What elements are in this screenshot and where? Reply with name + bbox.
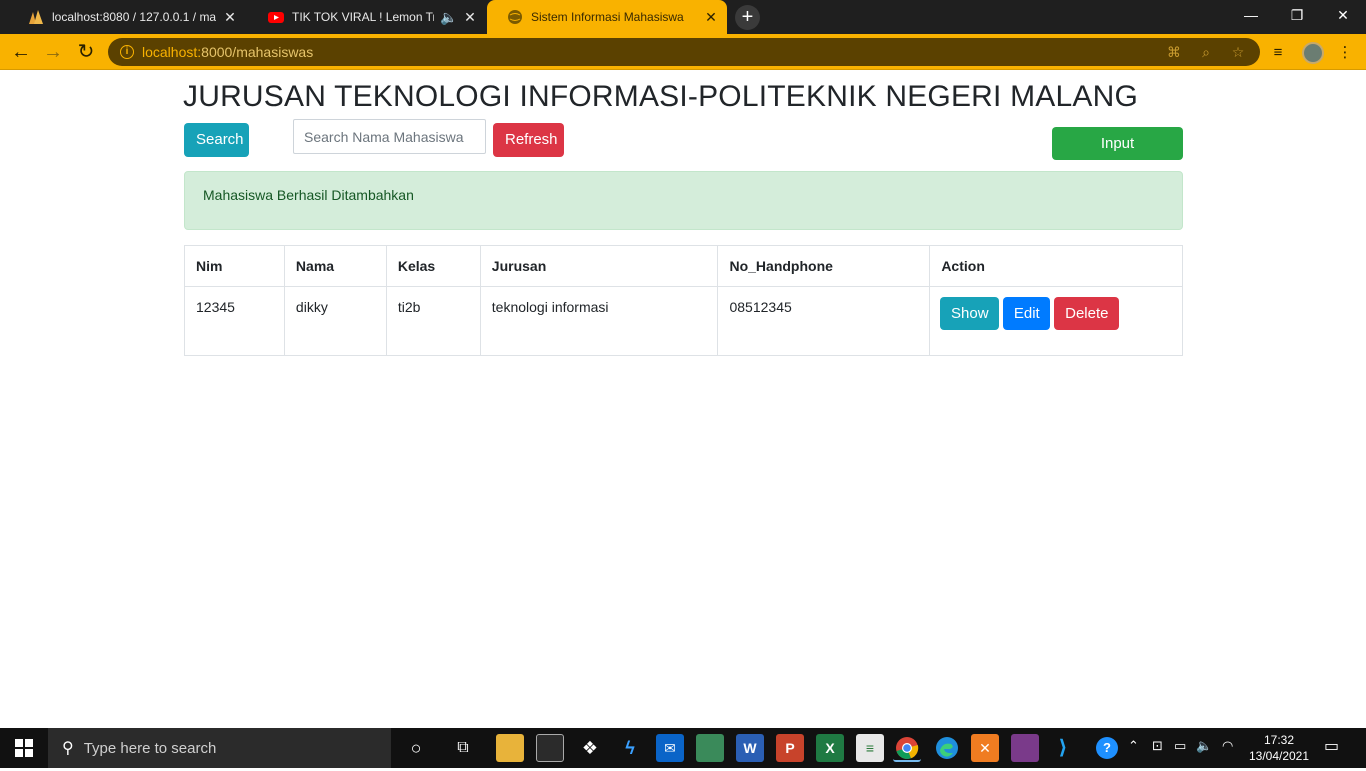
restore-icon[interactable]: ❐ [1274, 0, 1320, 30]
file-explorer-icon[interactable] [496, 734, 524, 762]
media-playlist-icon[interactable]: ≡ [1268, 43, 1288, 63]
bookmark-star-icon[interactable]: ☆ [1230, 44, 1246, 60]
search-button[interactable]: Search [184, 123, 249, 157]
chrome-icon[interactable] [893, 734, 921, 762]
profile-avatar[interactable] [1302, 42, 1324, 64]
taskbar-search-box[interactable]: ⚲ Type here to search [48, 728, 391, 768]
header-no-handphone: No_Handphone [717, 245, 931, 287]
tab-strip: localhost:8080 / 127.0.0.1 / maha ✕ TIK … [0, 0, 1366, 34]
url-text: localhost:8000/mahasiswas [142, 44, 314, 60]
menu-dots-icon[interactable]: ⋮ [1335, 43, 1355, 63]
close-tab-icon[interactable]: ✕ [222, 9, 238, 25]
forward-arrow-icon[interactable]: → [40, 39, 66, 65]
taskbar: ⚲ Type here to search ○ ⧉ ❖ ϟ ✉ W P X ≡ … [0, 728, 1366, 768]
close-tab-icon[interactable]: ✕ [703, 9, 719, 25]
close-tab-icon[interactable]: ✕ [462, 9, 478, 25]
vscode-icon[interactable]: ⟩ [1049, 734, 1077, 762]
header-action: Action [929, 245, 1183, 287]
edit-button[interactable]: Edit [1003, 297, 1051, 330]
edge-icon[interactable] [933, 734, 961, 762]
help-icon[interactable]: ? [1096, 737, 1118, 759]
zoom-icon[interactable]: ⌕ [1198, 44, 1214, 60]
cortana-icon[interactable]: ○ [402, 734, 430, 762]
cell-nim: 12345 [184, 286, 285, 356]
app-icon[interactable] [696, 734, 724, 762]
flutter-icon[interactable]: ϟ [616, 734, 644, 762]
success-alert: Mahasiswa Berhasil Ditambahkan [184, 171, 1183, 230]
tab-title: TIK TOK VIRAL ! Lemon Tree ( [292, 10, 434, 24]
chevron-up-icon[interactable]: ⌃ [1128, 738, 1139, 754]
tab-sistem-informasi[interactable]: Sistem Informasi Mahasiswa ✕ [487, 0, 727, 34]
speaker-icon[interactable]: 🔈 [440, 9, 457, 25]
minimize-icon[interactable]: — [1228, 0, 1274, 30]
translate-icon[interactable]: ⌘ [1166, 44, 1182, 60]
address-bar[interactable]: i localhost:8000/mahasiswas ⌘ ⌕ ☆ [108, 38, 1260, 66]
phpmyadmin-icon [28, 9, 44, 25]
cell-jurusan: teknologi informasi [479, 286, 719, 356]
cell-action: Show Edit Delete [929, 286, 1183, 356]
info-icon[interactable]: i [120, 45, 134, 59]
system-clock[interactable]: 17:32 13/04/2021 [1246, 732, 1312, 764]
tab-title: localhost:8080 / 127.0.0.1 / maha [52, 10, 216, 24]
tab-title: Sistem Informasi Mahasiswa [531, 10, 684, 24]
cell-kelas: ti2b [385, 286, 481, 356]
cell-nama: dikky [283, 286, 387, 356]
table-header-row: Nim Nama Kelas Jurusan No_Handphone Acti… [184, 245, 1183, 287]
powerpoint-icon[interactable]: P [776, 734, 804, 762]
notes-icon[interactable]: ≡ [856, 734, 884, 762]
header-nim: Nim [184, 245, 285, 287]
notifications-icon[interactable]: ▭ [1324, 736, 1339, 756]
volume-icon[interactable]: 🔈 [1196, 738, 1212, 754]
tab-phpmyadmin[interactable]: localhost:8080 / 127.0.0.1 / maha ✕ [8, 0, 246, 34]
clock-time: 17:32 [1263, 733, 1295, 747]
cell-no-handphone: 08512345 [717, 286, 931, 356]
globe-icon [507, 9, 523, 25]
clock-date: 13/04/2021 [1248, 749, 1310, 763]
battery-icon[interactable]: ▭ [1174, 738, 1186, 754]
back-arrow-icon[interactable]: ← [8, 39, 34, 65]
word-icon[interactable]: W [736, 734, 764, 762]
excel-icon[interactable]: X [816, 734, 844, 762]
wifi-icon[interactable]: ◠ [1222, 738, 1233, 754]
table-row: 12345 dikky ti2b teknologi informasi 085… [184, 286, 1183, 356]
reload-icon[interactable]: ↻ [73, 39, 99, 65]
header-kelas: Kelas [385, 245, 481, 287]
mahasiswa-table: Nim Nama Kelas Jurusan No_Handphone Acti… [184, 245, 1183, 356]
show-button[interactable]: Show [940, 297, 1000, 330]
winrar-icon[interactable] [1011, 734, 1039, 762]
youtube-icon [268, 9, 284, 25]
dropbox-icon[interactable]: ❖ [576, 734, 604, 762]
close-window-icon[interactable]: ✕ [1320, 0, 1366, 30]
store-icon[interactable] [536, 734, 564, 762]
header-jurusan: Jurusan [479, 245, 719, 287]
delete-button[interactable]: Delete [1054, 297, 1120, 330]
taskbar-search-placeholder: Type here to search [83, 739, 217, 757]
task-view-icon[interactable]: ⧉ [449, 734, 477, 762]
header-nama: Nama [283, 245, 387, 287]
search-icon: ⚲ [62, 740, 74, 757]
browser-toolbar: ← → ↻ i localhost:8000/mahasiswas ⌘ ⌕ ☆ … [0, 34, 1366, 70]
windows-start-icon[interactable] [0, 728, 48, 768]
mail-icon[interactable]: ✉ [656, 734, 684, 762]
camera-icon[interactable]: ⊡ [1152, 738, 1163, 754]
page-title: JURUSAN TEKNOLOGI INFORMASI-POLITEKNIK N… [183, 80, 1139, 113]
search-input[interactable] [293, 119, 486, 154]
xampp-icon[interactable]: ✕ [971, 734, 999, 762]
new-tab-button[interactable]: + [735, 5, 760, 30]
refresh-button[interactable]: Refresh [493, 123, 564, 157]
input-mahasiswa-button[interactable]: Input Mahasiswa [1052, 127, 1183, 185]
tab-youtube[interactable]: TIK TOK VIRAL ! Lemon Tree ( 🔈 ✕ [248, 0, 486, 34]
